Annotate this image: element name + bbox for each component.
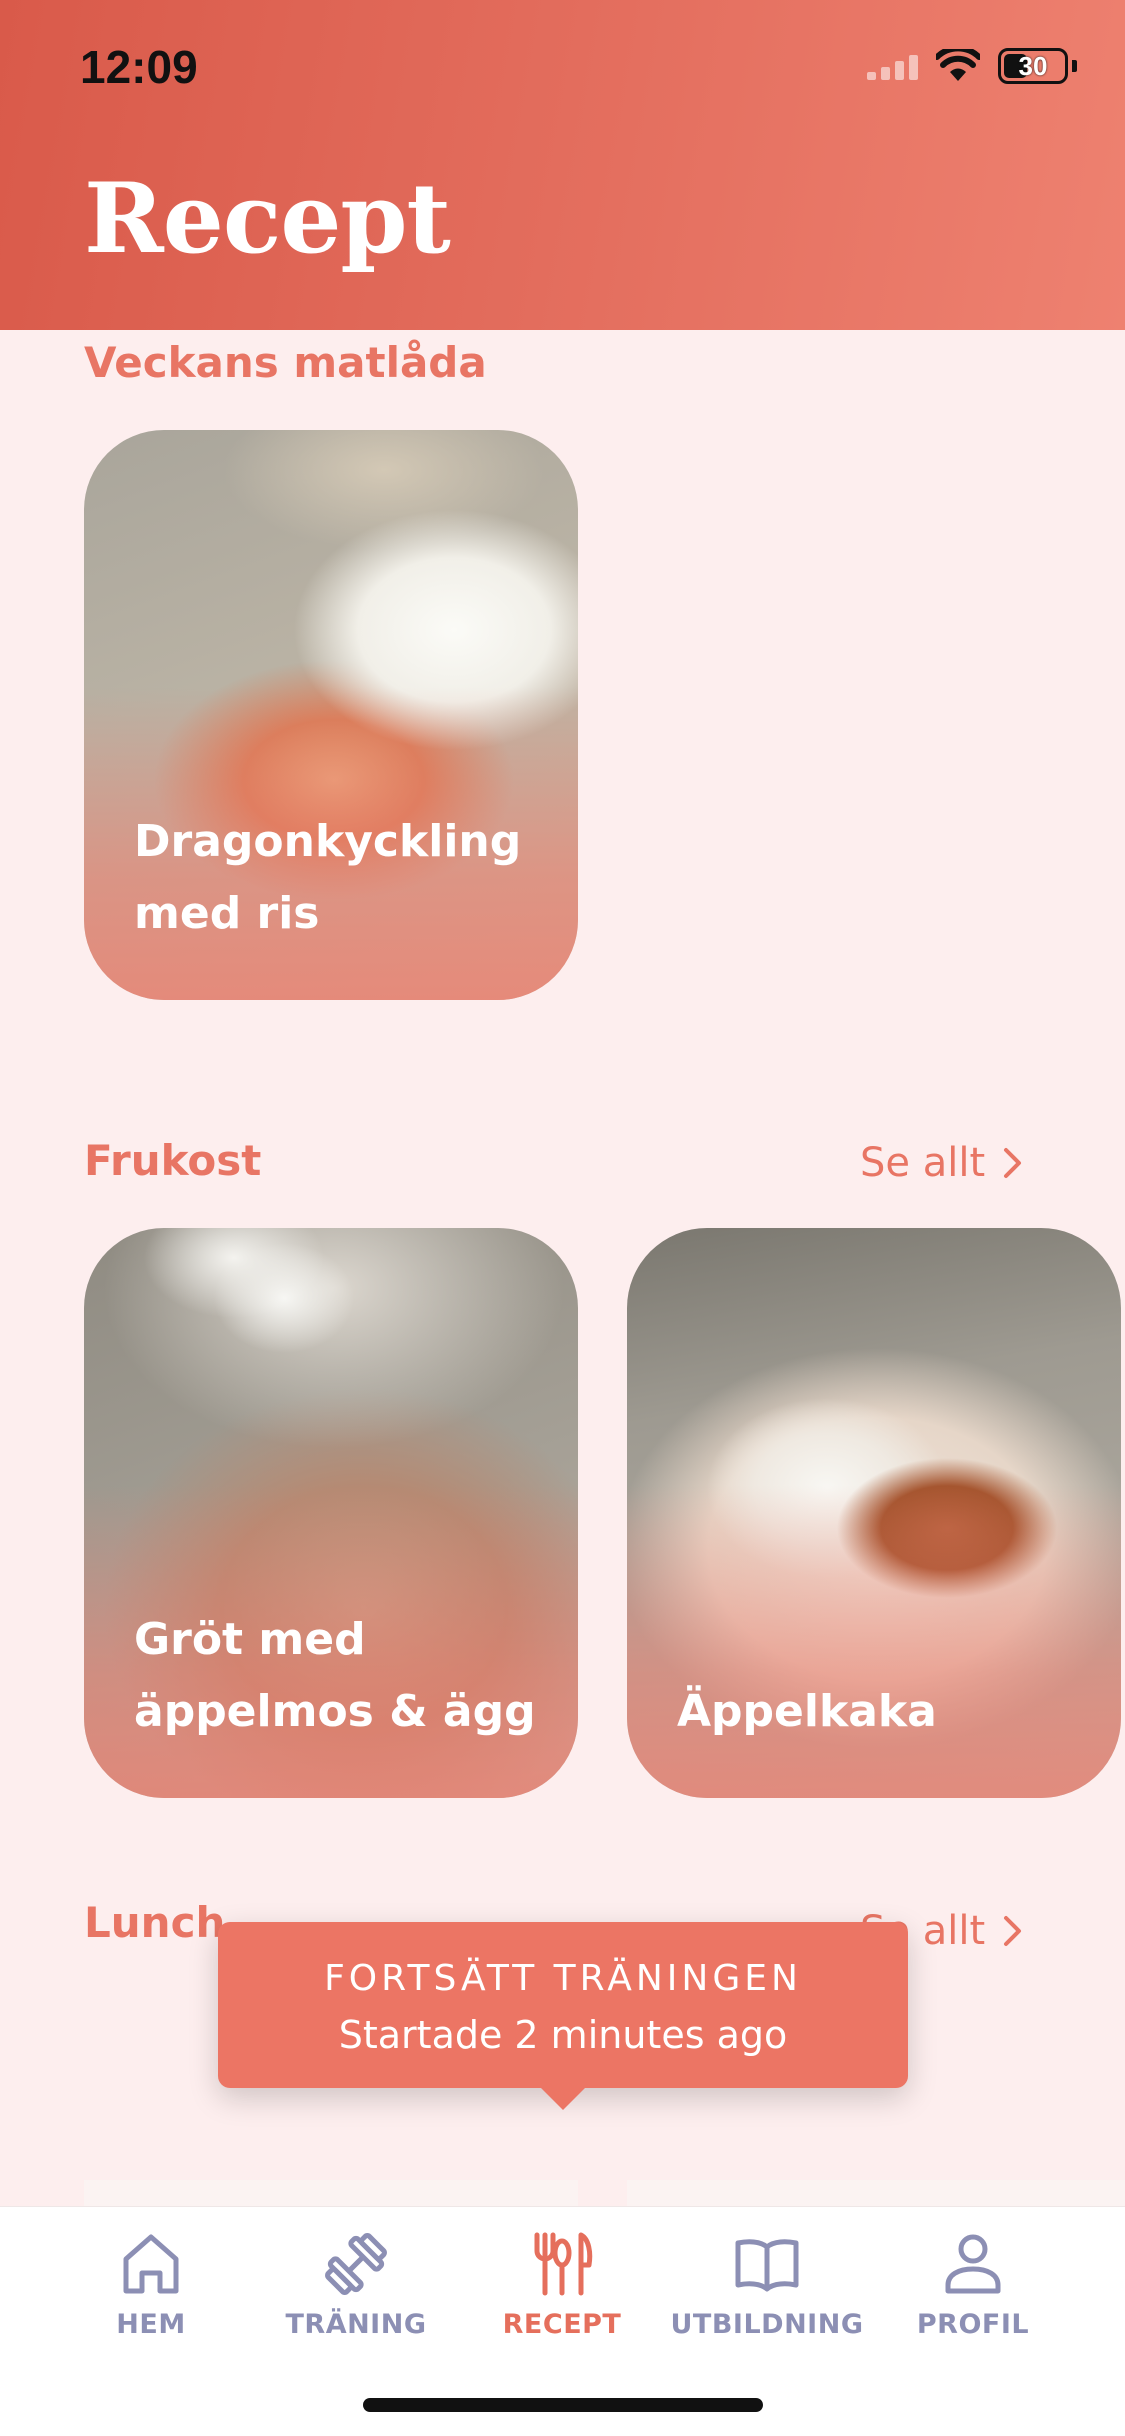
chevron-right-icon — [1004, 1916, 1022, 1946]
status-time: 12:09 — [80, 41, 198, 93]
dumbbell-icon — [325, 2233, 387, 2295]
see-all-label: Se allt — [860, 1140, 986, 1186]
recipe-card-title: Gröt med äppelmos & ägg — [134, 1614, 536, 1737]
utensils-icon — [534, 2232, 593, 2296]
battery-tip — [1072, 60, 1077, 72]
section-title-weekly: Veckans matlåda — [84, 338, 487, 387]
section-title-breakfast: Frukost — [84, 1136, 262, 1185]
continue-training-toast[interactable]: FORTSÄTT TRÄNINGEN Startade 2 minutes ag… — [218, 1922, 908, 2110]
tab-hem[interactable]: HEM — [51, 2229, 251, 2340]
home-icon — [123, 2234, 179, 2294]
battery-level: 30 — [1018, 50, 1048, 81]
toast-title: FORTSÄTT TRÄNINGEN — [324, 1958, 802, 1999]
section-title-lunch: Lunch — [84, 1898, 226, 1947]
tab-label: HEM — [116, 2309, 186, 2340]
page-title: Recept — [84, 162, 451, 275]
book-icon — [735, 2239, 799, 2292]
header: 12:09 30 Recept — [0, 0, 1125, 330]
person-icon — [945, 2234, 1001, 2294]
recipe-card-title: Dragonkyckling med ris — [134, 816, 522, 939]
tab-traning[interactable]: TRÄNING — [256, 2229, 456, 2340]
status-icons: 30 — [867, 48, 1077, 84]
tab-label: TRÄNING — [285, 2309, 427, 2340]
recipe-card-grot[interactable]: Gröt med äppelmos & ägg — [84, 1228, 578, 1798]
tab-profil[interactable]: PROFIL — [873, 2229, 1073, 2340]
tab-label: PROFIL — [916, 2309, 1030, 2340]
home-indicator — [363, 2398, 763, 2412]
card-overlay — [627, 1484, 1121, 1798]
tab-recept[interactable]: RECEPT — [462, 2229, 662, 2340]
tab-label: UTBILDNING — [670, 2309, 864, 2340]
tab-utbildning[interactable]: UTBILDNING — [667, 2229, 867, 2340]
wifi-icon — [936, 49, 980, 81]
signal-icon — [867, 52, 918, 80]
recipe-card-title: Äppelkaka — [677, 1686, 937, 1737]
toast-subtitle: Startade 2 minutes ago — [338, 2013, 788, 2057]
battery-icon: 30 — [998, 48, 1068, 84]
recipe-card-appelkaka[interactable]: Äppelkaka — [627, 1228, 1121, 1798]
chevron-right-icon — [1004, 1148, 1022, 1178]
recipe-card-dragonkyckling[interactable]: Dragonkyckling med ris — [84, 430, 578, 1000]
tab-label: RECEPT — [502, 2309, 622, 2340]
see-all-breakfast[interactable]: Se allt — [860, 1140, 1027, 1186]
